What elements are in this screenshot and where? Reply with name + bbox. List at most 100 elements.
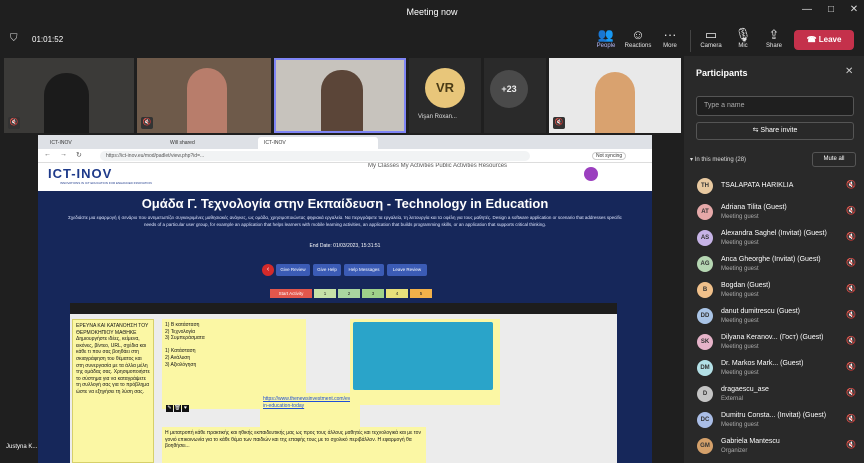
web-page: ICT-INOV INNOVATIONS IN ICT EDUCATION FO…: [38, 163, 652, 463]
people-icon: 👥: [597, 27, 615, 42]
participant-row[interactable]: AG Anca Gheorghe (Invitat) (Guest) Meeting…: [684, 252, 864, 274]
participant-row[interactable]: AT Adriana Tilita (Guest) Meeting guest 🔇: [684, 200, 864, 222]
more-button[interactable]: ··· More: [656, 27, 684, 49]
video-tile-3[interactable]: 🔇: [549, 58, 681, 133]
give-review-button[interactable]: Give Review: [276, 264, 310, 276]
note-left[interactable]: ΕΡΕΥΝΑ ΚΑΙ ΚΑΤΑΝΟΗΣΗ ΤΟΥ ΘΕΡΜΟΚΗΠΙΟΥ ΜΑΘ…: [72, 319, 154, 463]
participant-search-input[interactable]: Type a name: [696, 96, 854, 116]
back-arrow-icon[interactable]: ‹: [262, 264, 274, 276]
video-tile-2[interactable]: 🔇: [137, 58, 271, 133]
participant-avatar: SK: [697, 334, 713, 350]
reactions-button[interactable]: ☺ Reactions: [624, 27, 652, 49]
participant-name: Adriana Tilita (Guest): [721, 204, 787, 211]
back-icon[interactable]: ←: [44, 151, 51, 158]
participant-name: Bogdan (Guest): [721, 282, 771, 289]
participant-name: Dilyana Keranov... (Гост) (Guest): [721, 334, 824, 341]
reload-icon[interactable]: ↻: [76, 151, 82, 159]
mic-off-icon[interactable]: 🔇: [846, 310, 856, 319]
step-start[interactable]: Start Activity: [270, 289, 312, 298]
mic-off-icon[interactable]: 🔇: [846, 284, 856, 293]
participants-title: Participants: [696, 68, 748, 78]
mute-all-button[interactable]: Mute all: [812, 152, 856, 167]
share-button[interactable]: ⇪ Share: [760, 27, 788, 49]
participant-row[interactable]: B Bogdan (Guest) Meeting guest 🔇: [684, 278, 864, 300]
mic-off-icon[interactable]: 🔇: [846, 258, 856, 267]
participant-avatar: DM: [697, 360, 713, 376]
mic-off-icon[interactable]: 🔇: [846, 206, 856, 215]
forward-icon[interactable]: →: [60, 151, 67, 158]
share-icon: ⇪: [768, 27, 780, 42]
mic-off-icon[interactable]: 🔇: [846, 440, 856, 449]
step-1[interactable]: 1: [314, 289, 336, 298]
leave-review-button[interactable]: Leave Review: [387, 264, 427, 276]
browser-tab[interactable]: ICT-INOV: [44, 137, 78, 149]
participant-name: Gabriela Mantescu: [721, 438, 780, 445]
participant-list: TH TSALAPATA HARIKLIA 🔇 AT Adriana Tilita (G…: [684, 174, 864, 463]
step-2[interactable]: 2: [338, 289, 360, 298]
mic-off-icon[interactable]: 🔇: [846, 336, 856, 345]
participant-role: Organizer: [721, 448, 748, 454]
browser-tab-active[interactable]: ICT-INOV: [258, 137, 378, 149]
overflow-tile[interactable]: +23: [484, 58, 546, 133]
overflow-count: +23: [490, 70, 528, 108]
close-panel-icon[interactable]: ✕: [845, 66, 853, 77]
leave-button[interactable]: ☎ Leave: [794, 30, 854, 50]
step-4[interactable]: 4: [386, 289, 408, 298]
note-bottom[interactable]: Η μετατροπή κάθε πρακτικής και ηθικής εκ…: [162, 427, 426, 463]
give-help-button[interactable]: Give Help: [313, 264, 341, 276]
in-meeting-header[interactable]: ▾ In this meeting (28): [690, 156, 746, 163]
sync-status[interactable]: Not syncing: [592, 152, 627, 160]
user-avatar[interactable]: [584, 167, 598, 181]
site-header: ICT-INOV INNOVATIONS IN ICT EDUCATION FO…: [38, 163, 652, 191]
mic-off-icon[interactable]: 🔇: [846, 232, 856, 241]
participant-row[interactable]: GM Gabriela Mantescu Organizer 🔇: [684, 434, 864, 456]
reactions-icon: ☺: [631, 27, 645, 42]
mic-off-icon[interactable]: 🔇: [846, 388, 856, 397]
participant-role: Meeting guest: [721, 292, 759, 298]
participant-row[interactable]: DD danut dumitrescu (Guest) Meeting guest 🔇: [684, 304, 864, 326]
infographic-image: [353, 322, 493, 390]
camera-button[interactable]: ▭ Camera: [697, 27, 725, 49]
participant-row[interactable]: TH TSALAPATA HARIKLIA 🔇: [684, 174, 864, 196]
close-window-button[interactable]: ✕: [847, 4, 861, 18]
step-5[interactable]: 5: [410, 289, 432, 298]
participant-role: Meeting guest: [721, 318, 759, 324]
delete-icon[interactable]: 🗑: [174, 405, 181, 412]
mic-off-icon[interactable]: 🔇: [846, 414, 856, 423]
participant-avatar: DC: [697, 412, 713, 428]
participant-avatar: AG: [697, 256, 713, 272]
mic-button[interactable]: 🎙 Mic: [729, 27, 757, 49]
participant-avatar: B: [697, 282, 713, 298]
participant-row[interactable]: DM Dr. Markos Mark... (Guest) Meeting gues…: [684, 356, 864, 378]
site-nav[interactable]: My Classes My Activities Public Activiti…: [368, 163, 507, 169]
browser-tab[interactable]: Will shared: [164, 137, 201, 149]
minimize-button[interactable]: —: [800, 4, 814, 18]
participant-row[interactable]: DC Dumitru Consta... (Invitat) (Guest) Mee…: [684, 408, 864, 430]
mic-off-icon[interactable]: 🔇: [846, 362, 856, 371]
participant-name-label: Justyna K...: [6, 444, 38, 450]
people-button[interactable]: 👥 People: [592, 27, 620, 49]
participant-role: External: [721, 396, 744, 402]
video-tile-active-speaker[interactable]: [274, 58, 406, 133]
step-3[interactable]: 3: [362, 289, 384, 298]
video-tile-vr[interactable]: VR Vişan Roxan...: [409, 58, 481, 133]
participant-avatar: DD: [697, 308, 713, 324]
site-logo[interactable]: ICT-INOV: [48, 166, 112, 181]
participant-row[interactable]: SK Dilyana Keranov... (Гост) (Guest) Meeti…: [684, 330, 864, 352]
browser-tab-strip: ICT-INOV Will shared ICT-INOV: [38, 135, 652, 149]
mic-muted-icon: 🎙: [734, 27, 752, 42]
edit-icon[interactable]: ✎: [166, 405, 173, 412]
participant-name: danut dumitrescu (Guest): [721, 308, 800, 315]
share-invite-button[interactable]: ⇆ Share invite: [696, 122, 854, 140]
mic-off-icon: 🔇: [141, 117, 153, 129]
video-tile-1[interactable]: 🔇: [4, 58, 134, 133]
participant-row[interactable]: AS Alexandra Saghel (Invitat) (Guest) Meet…: [684, 226, 864, 248]
url-input[interactable]: https://ict-inov.eu/mod/padlet/view.php?…: [100, 151, 530, 161]
mic-off-icon[interactable]: 🔇: [846, 180, 856, 189]
help-messages-button[interactable]: Help Messages: [344, 264, 384, 276]
like-icon[interactable]: ♥: [182, 405, 189, 412]
padlet-board: ΕΡΕΥΝΑ ΚΑΙ ΚΑΤΑΝΟΗΣΗ ΤΟΥ ΘΕΡΜΟΚΗΠΙΟΥ ΜΑΘ…: [70, 303, 617, 463]
maximize-button[interactable]: □: [824, 4, 838, 18]
participant-row[interactable]: Ddragaescu_ase External 🔇: [684, 382, 864, 404]
note-image[interactable]: [350, 319, 500, 405]
